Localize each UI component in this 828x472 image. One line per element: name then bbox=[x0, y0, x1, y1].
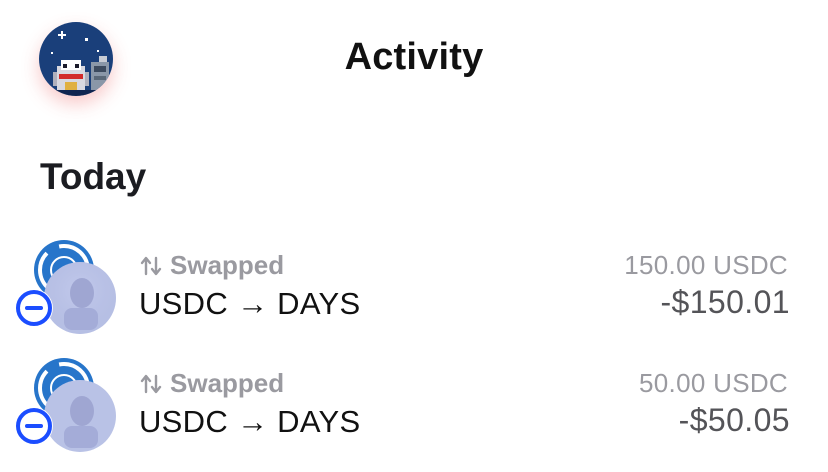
token-icon-stack bbox=[14, 356, 124, 466]
swap-arrows-icon bbox=[140, 373, 162, 395]
transaction-type: Swapped bbox=[140, 250, 284, 281]
transaction-type-label: Swapped bbox=[170, 250, 285, 280]
section-heading-today: Today bbox=[40, 156, 147, 197]
transaction-type: Swapped bbox=[140, 368, 284, 399]
transaction-row[interactable]: Swapped USDC → DAYS 150.00 USDC -$150.01 bbox=[0, 238, 828, 348]
minus-badge-icon bbox=[15, 289, 53, 327]
transaction-value: -$150.01 bbox=[660, 284, 790, 320]
transaction-amount: 50.00 USDC bbox=[639, 368, 788, 398]
page-title: Activity bbox=[344, 36, 484, 78]
transaction-type-label: Swapped bbox=[170, 368, 285, 398]
swap-arrows-icon bbox=[140, 255, 162, 277]
days-token-icon bbox=[44, 262, 116, 334]
activity-screen: Activity Today Swapped USDC → DAYS 150.0… bbox=[0, 0, 828, 472]
transaction-amount: 150.00 USDC bbox=[624, 250, 788, 280]
token-icon-stack bbox=[14, 238, 124, 348]
transaction-value: -$50.05 bbox=[678, 402, 790, 438]
transaction-row[interactable]: Swapped USDC → DAYS 50.00 USDC -$50.05 bbox=[0, 356, 828, 466]
transaction-pair: USDC → DAYS bbox=[139, 404, 361, 439]
days-token-icon bbox=[44, 380, 116, 452]
transaction-pair: USDC → DAYS bbox=[139, 286, 361, 321]
minus-badge-icon bbox=[15, 407, 53, 445]
